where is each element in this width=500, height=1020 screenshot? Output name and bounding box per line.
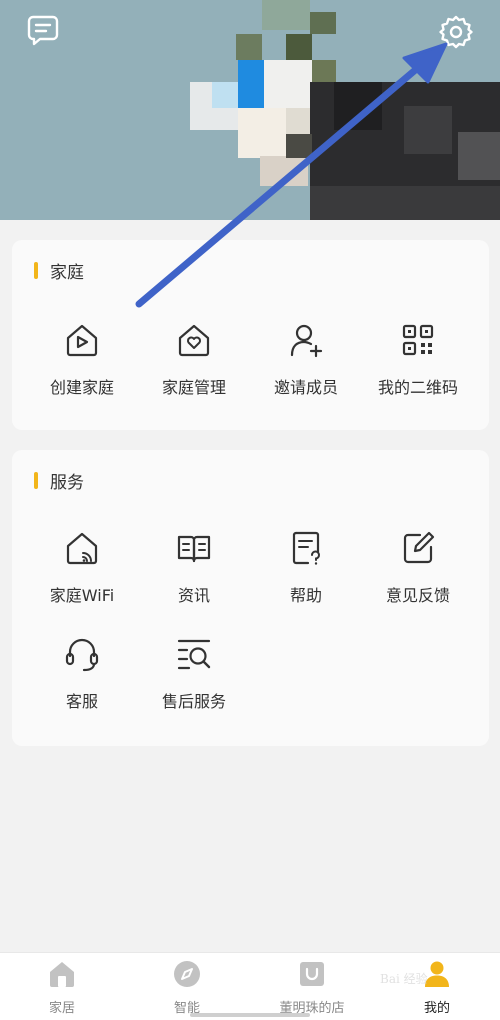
message-icon <box>26 13 60 51</box>
my-qrcode-label: 我的二维码 <box>377 378 458 397</box>
invite-member-label: 邀请成员 <box>273 378 338 397</box>
settings-button[interactable] <box>436 14 476 54</box>
tab-smart[interactable]: 智能 <box>127 959 247 1016</box>
watermark: Bai 经验 <box>380 972 428 986</box>
family-management-label: 家庭管理 <box>161 378 226 397</box>
tab-mine[interactable]: 我的 <box>377 959 497 1016</box>
invite-member-button[interactable]: 邀请成员 <box>246 320 366 398</box>
create-family-label: 创建家庭 <box>49 378 114 397</box>
after-sales-button[interactable]: 售后服务 <box>134 634 254 712</box>
feedback-button[interactable]: 意见反馈 <box>358 528 478 606</box>
after-sales-label: 售后服务 <box>161 692 226 711</box>
feedback-label: 意见反馈 <box>385 586 450 605</box>
my-qrcode-button[interactable]: 我的二维码 <box>358 320 478 398</box>
profile-header <box>0 0 500 220</box>
customer-service-button[interactable]: 客服 <box>22 634 142 712</box>
customer-service-label: 客服 <box>65 692 98 711</box>
home-heart-icon <box>174 320 214 364</box>
home-wifi-button[interactable]: 家庭WiFi <box>22 528 142 606</box>
family-section-title: 家庭 <box>34 258 84 283</box>
tab-home[interactable]: 家居 <box>2 959 122 1016</box>
feedback-edit-icon <box>398 528 438 572</box>
gear-icon <box>438 14 474 54</box>
compass-icon <box>172 959 202 993</box>
tab-home-label: 家居 <box>48 1001 75 1016</box>
news-label: 资讯 <box>177 586 210 605</box>
home-wifi-icon <box>62 528 102 572</box>
news-button[interactable]: 资讯 <box>134 528 254 606</box>
help-button[interactable]: 帮助 <box>246 528 366 606</box>
tab-mine-label: 我的 <box>423 1001 450 1016</box>
title-accent-bar <box>34 262 38 279</box>
services-card: 服务 家庭WiFi 资讯 帮助 意见反馈 客服 售后服务 <box>12 450 489 746</box>
home-play-icon <box>62 320 102 364</box>
family-management-button[interactable]: 家庭管理 <box>134 320 254 398</box>
message-button[interactable] <box>23 12 63 52</box>
services-section-title: 服务 <box>34 468 84 493</box>
house-icon <box>47 959 77 993</box>
user-add-icon <box>286 320 326 364</box>
help-doc-icon <box>286 528 326 572</box>
tab-shop[interactable]: 董明珠的店 <box>252 959 372 1016</box>
title-accent-bar <box>34 472 38 489</box>
help-label: 帮助 <box>289 586 322 605</box>
create-family-button[interactable]: 创建家庭 <box>22 320 142 398</box>
shop-bag-icon <box>297 959 327 993</box>
search-list-icon <box>174 634 214 678</box>
qrcode-icon <box>398 320 438 364</box>
family-card: 家庭 创建家庭 家庭管理 邀请成员 我的二维码 <box>12 240 489 430</box>
home-indicator[interactable] <box>190 1013 310 1017</box>
book-icon <box>174 528 214 572</box>
headset-icon <box>62 634 102 678</box>
home-wifi-label: 家庭WiFi <box>49 586 115 605</box>
